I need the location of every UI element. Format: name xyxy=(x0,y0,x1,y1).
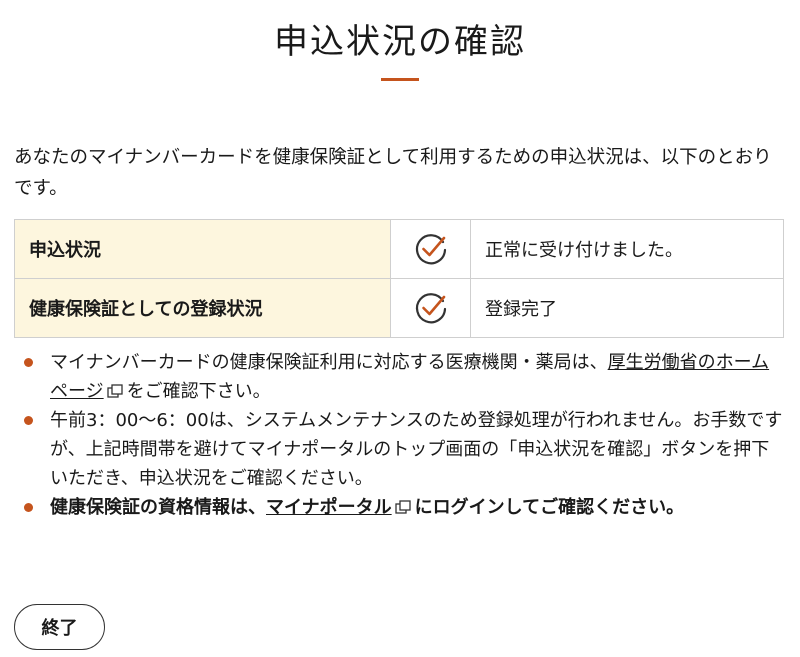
check-circle-icon xyxy=(415,234,446,265)
notes-list: マイナンバーカードの健康保険証利用に対応する医療機関・薬局は、厚生労働省のホーム… xyxy=(24,348,784,522)
status-table: 申込状況 正常に受け付けました。 健康保険証としての登録状況 登録完了 xyxy=(14,219,784,338)
status-label-application: 申込状況 xyxy=(14,219,391,279)
note3-suffix: にログインしてご確認ください。 xyxy=(414,497,685,518)
note1-suffix: をご確認下さい。 xyxy=(126,381,271,402)
list-item: マイナンバーカードの健康保険証利用に対応する医療機関・薬局は、厚生労働省のホーム… xyxy=(24,348,784,406)
end-button[interactable]: 終了 xyxy=(14,604,105,650)
intro-text: あなたのマイナンバーカードを健康保険証として利用するための申込状況は、以下のとお… xyxy=(14,147,772,199)
status-value-registration: 登録完了 xyxy=(470,278,784,338)
status-label-registration: 健康保険証としての登録状況 xyxy=(14,278,391,338)
table-row: 申込状況 正常に受け付けました。 xyxy=(14,219,784,279)
mynaportal-link[interactable]: マイナポータル xyxy=(266,497,392,518)
list-item: 午前3：00〜6：00は、システムメンテナンスのため登録処理が行われません。お手… xyxy=(24,406,784,493)
bullet-icon xyxy=(24,503,33,512)
table-row: 健康保険証としての登録状況 登録完了 xyxy=(14,278,784,338)
bullet-icon xyxy=(24,416,33,425)
status-value-application: 正常に受け付けました。 xyxy=(470,219,784,279)
title-accent-bar xyxy=(381,78,419,81)
bullet-icon xyxy=(24,358,33,367)
list-item: 健康保険証の資格情報は、マイナポータル にログインしてご確認ください。 xyxy=(24,493,784,522)
note1-text: マイナンバーカードの健康保険証利用に対応する医療機関・薬局は、 xyxy=(50,352,608,373)
external-link-icon xyxy=(394,500,411,514)
check-circle-icon xyxy=(415,293,446,324)
external-link-icon xyxy=(106,384,123,398)
page-title: 申込状況の確認 xyxy=(274,22,526,62)
note3-text: 健康保険証の資格情報は、 xyxy=(50,497,266,518)
note2-text: 午前3：00〜6：00は、システムメンテナンスのため登録処理が行われません。お手… xyxy=(50,410,783,489)
